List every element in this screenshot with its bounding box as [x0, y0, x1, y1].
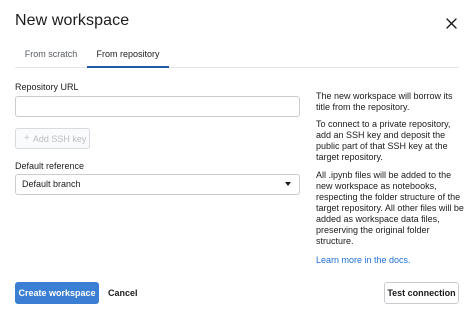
test-connection-button[interactable]: Test connection	[384, 282, 459, 304]
help-link-container: Learn more in the docs.	[316, 255, 466, 266]
repository-url-label: Repository URL	[15, 82, 79, 92]
dialog-title: New workspace	[15, 12, 130, 29]
add-ssh-key-button[interactable]: + Add SSH key	[15, 128, 90, 149]
help-text-title: The new workspace will borrow its title …	[316, 91, 453, 112]
plus-icon: +	[24, 133, 30, 144]
docs-link[interactable]: Learn more in the docs.	[316, 255, 411, 265]
close-button[interactable]	[440, 12, 462, 34]
repository-url-input[interactable]	[15, 96, 300, 117]
help-text-files: All .ipynb files will be added to the ne…	[316, 170, 464, 246]
create-workspace-button[interactable]: Create workspace	[15, 282, 99, 304]
default-reference-value: Default branch	[22, 179, 81, 189]
tab-from-scratch[interactable]: From scratch	[15, 44, 87, 68]
add-ssh-key-label: Add SSH key	[32, 133, 87, 144]
chevron-down-icon	[285, 182, 291, 186]
default-reference-select[interactable]: Default branch	[15, 174, 300, 195]
help-text-ssh: To connect to a private repository, add …	[316, 119, 451, 162]
tab-bar: From scratch From repository	[15, 44, 459, 68]
tab-from-repository[interactable]: From repository	[87, 44, 169, 68]
close-icon[interactable]	[445, 17, 457, 29]
cancel-button[interactable]: Cancel	[104, 282, 142, 304]
default-reference-label: Default reference	[15, 161, 85, 171]
